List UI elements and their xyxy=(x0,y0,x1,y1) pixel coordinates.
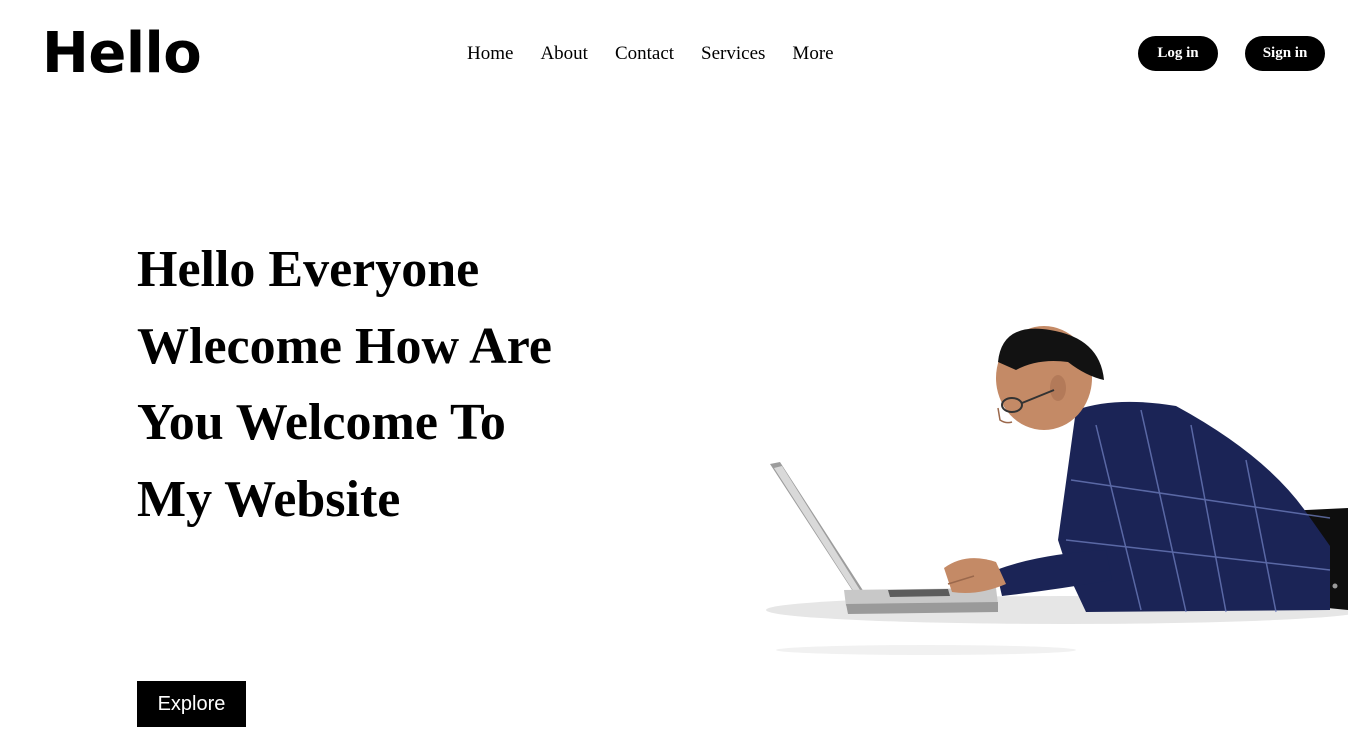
explore-button[interactable]: Explore xyxy=(137,681,246,727)
shirt-button xyxy=(1332,583,1338,589)
floor-reflection xyxy=(776,645,1076,655)
main-nav: Home About Contact Services More xyxy=(467,40,834,68)
man-with-laptop-illustration xyxy=(766,326,1348,655)
nav-about[interactable]: About xyxy=(540,40,588,68)
login-button[interactable]: Log in xyxy=(1138,36,1218,71)
site-logo[interactable]: Hello xyxy=(42,18,202,90)
nav-more[interactable]: More xyxy=(792,40,833,68)
nav-contact[interactable]: Contact xyxy=(615,40,674,68)
hero-title: Hello Everyone Wlecome How Are You Welco… xyxy=(137,241,552,528)
signin-button[interactable]: Sign in xyxy=(1245,36,1325,71)
hero-image xyxy=(666,250,1348,670)
man xyxy=(944,326,1348,613)
nav-home[interactable]: Home xyxy=(467,40,513,68)
nav-services[interactable]: Services xyxy=(701,40,765,68)
